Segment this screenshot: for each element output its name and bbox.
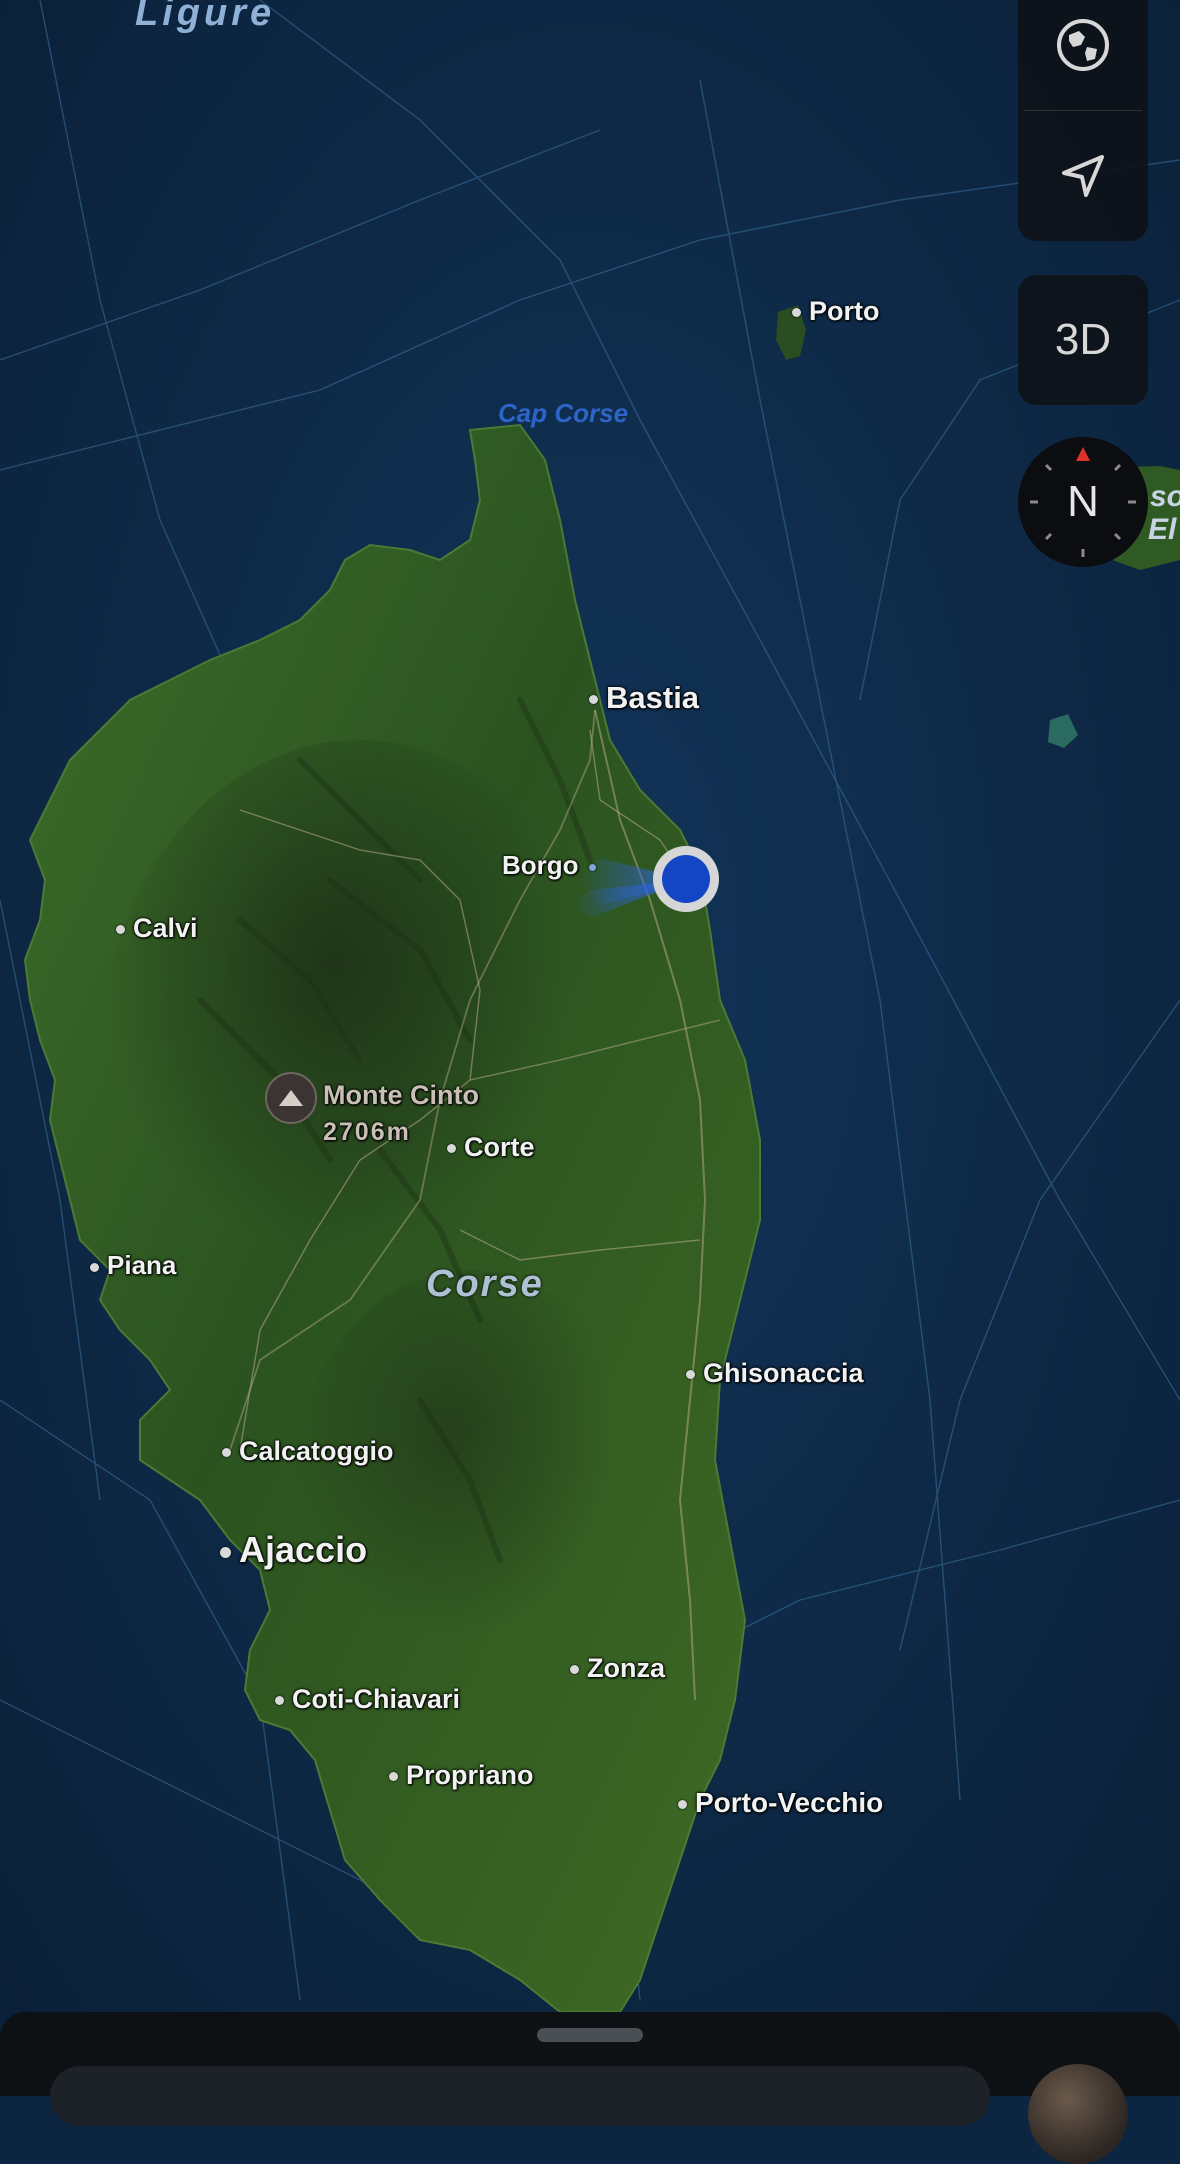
peak-name: Monte Cinto — [323, 1080, 479, 1110]
region-label-corse: Corse — [426, 1263, 544, 1305]
sheet-grabber[interactable] — [537, 2028, 643, 2042]
place-porto-vecchio[interactable]: Porto-Vecchio — [678, 1789, 883, 1817]
place-borgo[interactable]: Borgo — [502, 852, 604, 878]
place-coti-chiavari[interactable]: Coti-Chiavari — [275, 1686, 460, 1713]
location-arrow-icon — [1062, 155, 1104, 197]
globe-icon — [1057, 19, 1109, 71]
3d-toggle-button[interactable]: 3D — [1018, 275, 1148, 405]
place-ghisonaccia[interactable]: Ghisonaccia — [686, 1360, 864, 1387]
place-dot — [116, 925, 125, 935]
place-dot — [588, 863, 596, 871]
3d-label: 3D — [1054, 315, 1112, 364]
place-zonza[interactable]: Zonza — [570, 1655, 665, 1682]
mountain-icon — [265, 1072, 317, 1124]
compass-button[interactable]: N — [1018, 437, 1148, 567]
map-view[interactable]: Ligure Cap Corse Corse so El Porto Basti… — [0, 0, 1180, 2096]
bottom-sheet[interactable] — [0, 2012, 1180, 2164]
map-canvas — [0, 0, 1180, 2096]
3d-toggle-container: 3D — [1018, 275, 1148, 405]
place-dot — [447, 1144, 456, 1154]
place-piana[interactable]: Piana — [90, 1252, 176, 1278]
map-controls — [1018, 0, 1148, 241]
compass-north-label: N — [1067, 477, 1099, 526]
place-bastia[interactable]: Bastia — [589, 682, 699, 713]
place-dot — [90, 1262, 99, 1272]
place-calcatoggio[interactable]: Calcatoggio — [222, 1438, 394, 1465]
place-porto[interactable]: Porto — [792, 298, 880, 325]
cap-label: Cap Corse — [498, 398, 629, 428]
place-dot — [678, 1800, 687, 1810]
place-ajaccio[interactable]: Ajaccio — [220, 1532, 367, 1568]
place-dot — [222, 1448, 231, 1458]
place-dot — [686, 1370, 695, 1380]
place-dot — [570, 1665, 579, 1675]
locate-me-button[interactable] — [1018, 111, 1148, 241]
place-dot — [275, 1696, 284, 1706]
place-dot — [389, 1772, 398, 1782]
peak-elevation: 2706m — [323, 1118, 411, 1146]
place-calvi[interactable]: Calvi — [116, 915, 198, 942]
edge-label-top: so — [1150, 480, 1180, 513]
edge-label-bottom: El — [1148, 513, 1177, 546]
map-mode-button[interactable] — [1018, 0, 1148, 110]
search-bar[interactable] — [50, 2066, 990, 2126]
place-corte[interactable]: Corte — [447, 1134, 535, 1161]
sea-label-ligure: Ligure — [135, 0, 276, 34]
place-dot — [589, 695, 598, 705]
place-dot — [220, 1546, 231, 1558]
place-dot — [792, 308, 801, 318]
user-location-dot — [662, 855, 710, 903]
avatar[interactable] — [1028, 2064, 1128, 2164]
place-propriano[interactable]: Propriano — [389, 1762, 534, 1789]
